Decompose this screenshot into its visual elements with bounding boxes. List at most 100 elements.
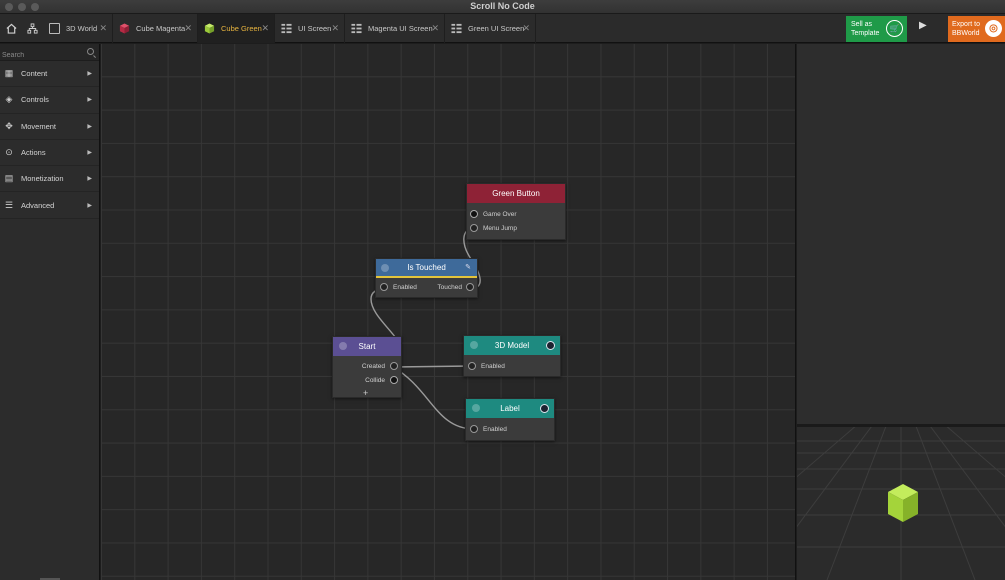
port-label: Menu Jump: [483, 224, 517, 232]
cart-icon: 🛒: [886, 20, 903, 37]
port-label: Enabled: [393, 283, 417, 291]
export-to-bbworld-button[interactable]: Export to BBWorld ◎: [948, 16, 1005, 42]
search-box: [0, 44, 99, 64]
menu-jump-port[interactable]: [470, 224, 478, 232]
node-port-row: Menu Jump: [467, 221, 565, 235]
output-port[interactable]: [540, 404, 549, 413]
node-port-row: Enabled: [466, 422, 554, 436]
search-icon: [87, 48, 94, 55]
close-tab-icon[interactable]: ✕: [261, 23, 269, 34]
bbworld-logo-icon: ◎: [985, 20, 1002, 37]
sidebar-item-label: Movement: [21, 121, 57, 131]
port-label: Enabled: [481, 362, 505, 370]
port-label: Created: [361, 362, 385, 370]
ui-screen-icon: [351, 23, 362, 34]
node-title: Label: [500, 404, 520, 413]
sidebar-item-monetization[interactable]: ▤ Monetization ▶: [0, 166, 99, 193]
enabled-port[interactable]: [468, 362, 476, 370]
controls-icon: ◈: [5, 94, 13, 105]
play-button[interactable]: ▶: [919, 20, 927, 31]
node-title: 3D Model: [494, 341, 530, 350]
3d-preview-viewport[interactable]: [797, 427, 1005, 580]
enabled-port[interactable]: [470, 425, 478, 433]
close-tab-icon[interactable]: ✕: [184, 23, 192, 34]
node-port-row: Created: [333, 359, 401, 373]
node-port-row: Enabled: [464, 359, 560, 373]
actions-icon: ⊙: [5, 147, 13, 158]
close-tab-icon[interactable]: ✕: [431, 23, 439, 34]
created-port[interactable]: [390, 362, 398, 370]
node-graph-canvas[interactable]: Green Button Game Over Menu Jump Is Touc…: [101, 44, 796, 580]
port-label: Touched: [437, 283, 462, 291]
tab-label: UI Screen: [298, 24, 332, 33]
grid-icon: [49, 23, 60, 34]
node-start[interactable]: Start Created Collide +: [332, 336, 402, 398]
add-port-button[interactable]: +: [363, 389, 368, 398]
sidebar-item-content[interactable]: ▦ Content ▶: [0, 61, 99, 88]
game-over-port[interactable]: [470, 210, 478, 218]
node-type-icon: [381, 264, 389, 272]
home-icon[interactable]: [0, 14, 22, 43]
node-header[interactable]: Start: [333, 337, 401, 356]
touched-port[interactable]: [466, 283, 474, 291]
preview-scene: [797, 427, 1005, 580]
tab-label: Green UI Screen: [468, 24, 525, 33]
connection-wires: [370, 227, 481, 430]
movement-icon: ✥: [5, 120, 13, 131]
sidebar-item-label: Content: [21, 69, 48, 79]
tab-3d-world[interactable]: 3D World ✕: [43, 14, 113, 43]
node-header[interactable]: Green Button: [467, 184, 565, 203]
sidebar-item-label: Monetization: [21, 174, 64, 184]
sidebar-item-movement[interactable]: ✥ Movement ▶: [0, 114, 99, 140]
sidebar-item-label: Actions: [21, 148, 46, 158]
chevron-right-icon: ▶: [87, 123, 92, 130]
tab-label: 3D World: [66, 24, 98, 33]
node-header[interactable]: Is Touched ✎: [376, 259, 477, 278]
tab-cube-magenta[interactable]: Cube Magenta ✕: [113, 14, 198, 43]
enabled-port[interactable]: [380, 283, 388, 291]
node-type-icon: [470, 341, 478, 349]
hierarchy-icon[interactable]: [21, 14, 43, 43]
ui-screen-icon: [451, 23, 462, 34]
sidebar-item-advanced[interactable]: ☰ Advanced ▶: [0, 192, 99, 219]
close-tab-icon[interactable]: ✕: [331, 23, 339, 34]
cube-magenta-icon: [119, 23, 130, 34]
tab-label: Cube Green: [221, 24, 262, 33]
port-label: Collide: [365, 376, 385, 384]
node-label[interactable]: Label Enabled: [465, 398, 555, 441]
sidebar-item-actions[interactable]: ⊙ Actions ▶: [0, 140, 99, 167]
port-label: Game Over: [483, 210, 517, 218]
tab-cube-green[interactable]: Cube Green ✕: [198, 14, 275, 43]
sidebar-item-controls[interactable]: ◈ Controls ▶: [0, 87, 99, 114]
pin-icon[interactable]: ✎: [465, 263, 471, 271]
chevron-right-icon: ▶: [87, 97, 92, 104]
window-title: Scroll No Code: [470, 1, 535, 11]
advanced-icon: ☰: [4, 199, 14, 210]
app-window: Scroll No Code 3D World ✕ Cube Magenta ✕…: [0, 0, 1005, 580]
node-header[interactable]: 3D Model: [464, 336, 560, 355]
tab-label: Cube Magenta: [136, 24, 186, 33]
tab-green-ui-screen[interactable]: Green UI Screen ✕: [445, 14, 536, 43]
tab-magenta-ui-screen[interactable]: Magenta UI Screen ✕: [345, 14, 445, 43]
inspector-panel: [797, 44, 1005, 424]
ui-screen-icon: [281, 23, 292, 34]
node-green-button[interactable]: Green Button Game Over Menu Jump: [466, 183, 566, 240]
monetization-icon: ▤: [4, 173, 14, 184]
green-cube: [888, 484, 918, 522]
tab-ui-screen[interactable]: UI Screen ✕: [275, 14, 345, 43]
collide-port[interactable]: [390, 376, 398, 384]
output-port[interactable]: [546, 341, 555, 350]
node-header[interactable]: Label: [466, 399, 554, 418]
chevron-right-icon: ▶: [87, 202, 92, 209]
node-is-touched[interactable]: Is Touched ✎ Enabled Touched: [375, 258, 478, 298]
node-port-row: Game Over: [467, 207, 565, 221]
cube-green-icon: [204, 23, 215, 34]
sidebar: ▦ Content ▶ ◈ Controls ▶ ✥ Movement ▶ ⊙ …: [0, 44, 100, 580]
node-type-icon: [472, 404, 480, 412]
close-tab-icon[interactable]: ✕: [99, 23, 107, 34]
node-3d-model[interactable]: 3D Model Enabled: [463, 335, 561, 377]
close-tab-icon[interactable]: ✕: [522, 23, 530, 34]
sell-as-template-button[interactable]: Sell as Template 🛒: [846, 16, 907, 42]
node-title: Green Button: [492, 189, 540, 198]
sidebar-item-label: Controls: [21, 95, 49, 105]
